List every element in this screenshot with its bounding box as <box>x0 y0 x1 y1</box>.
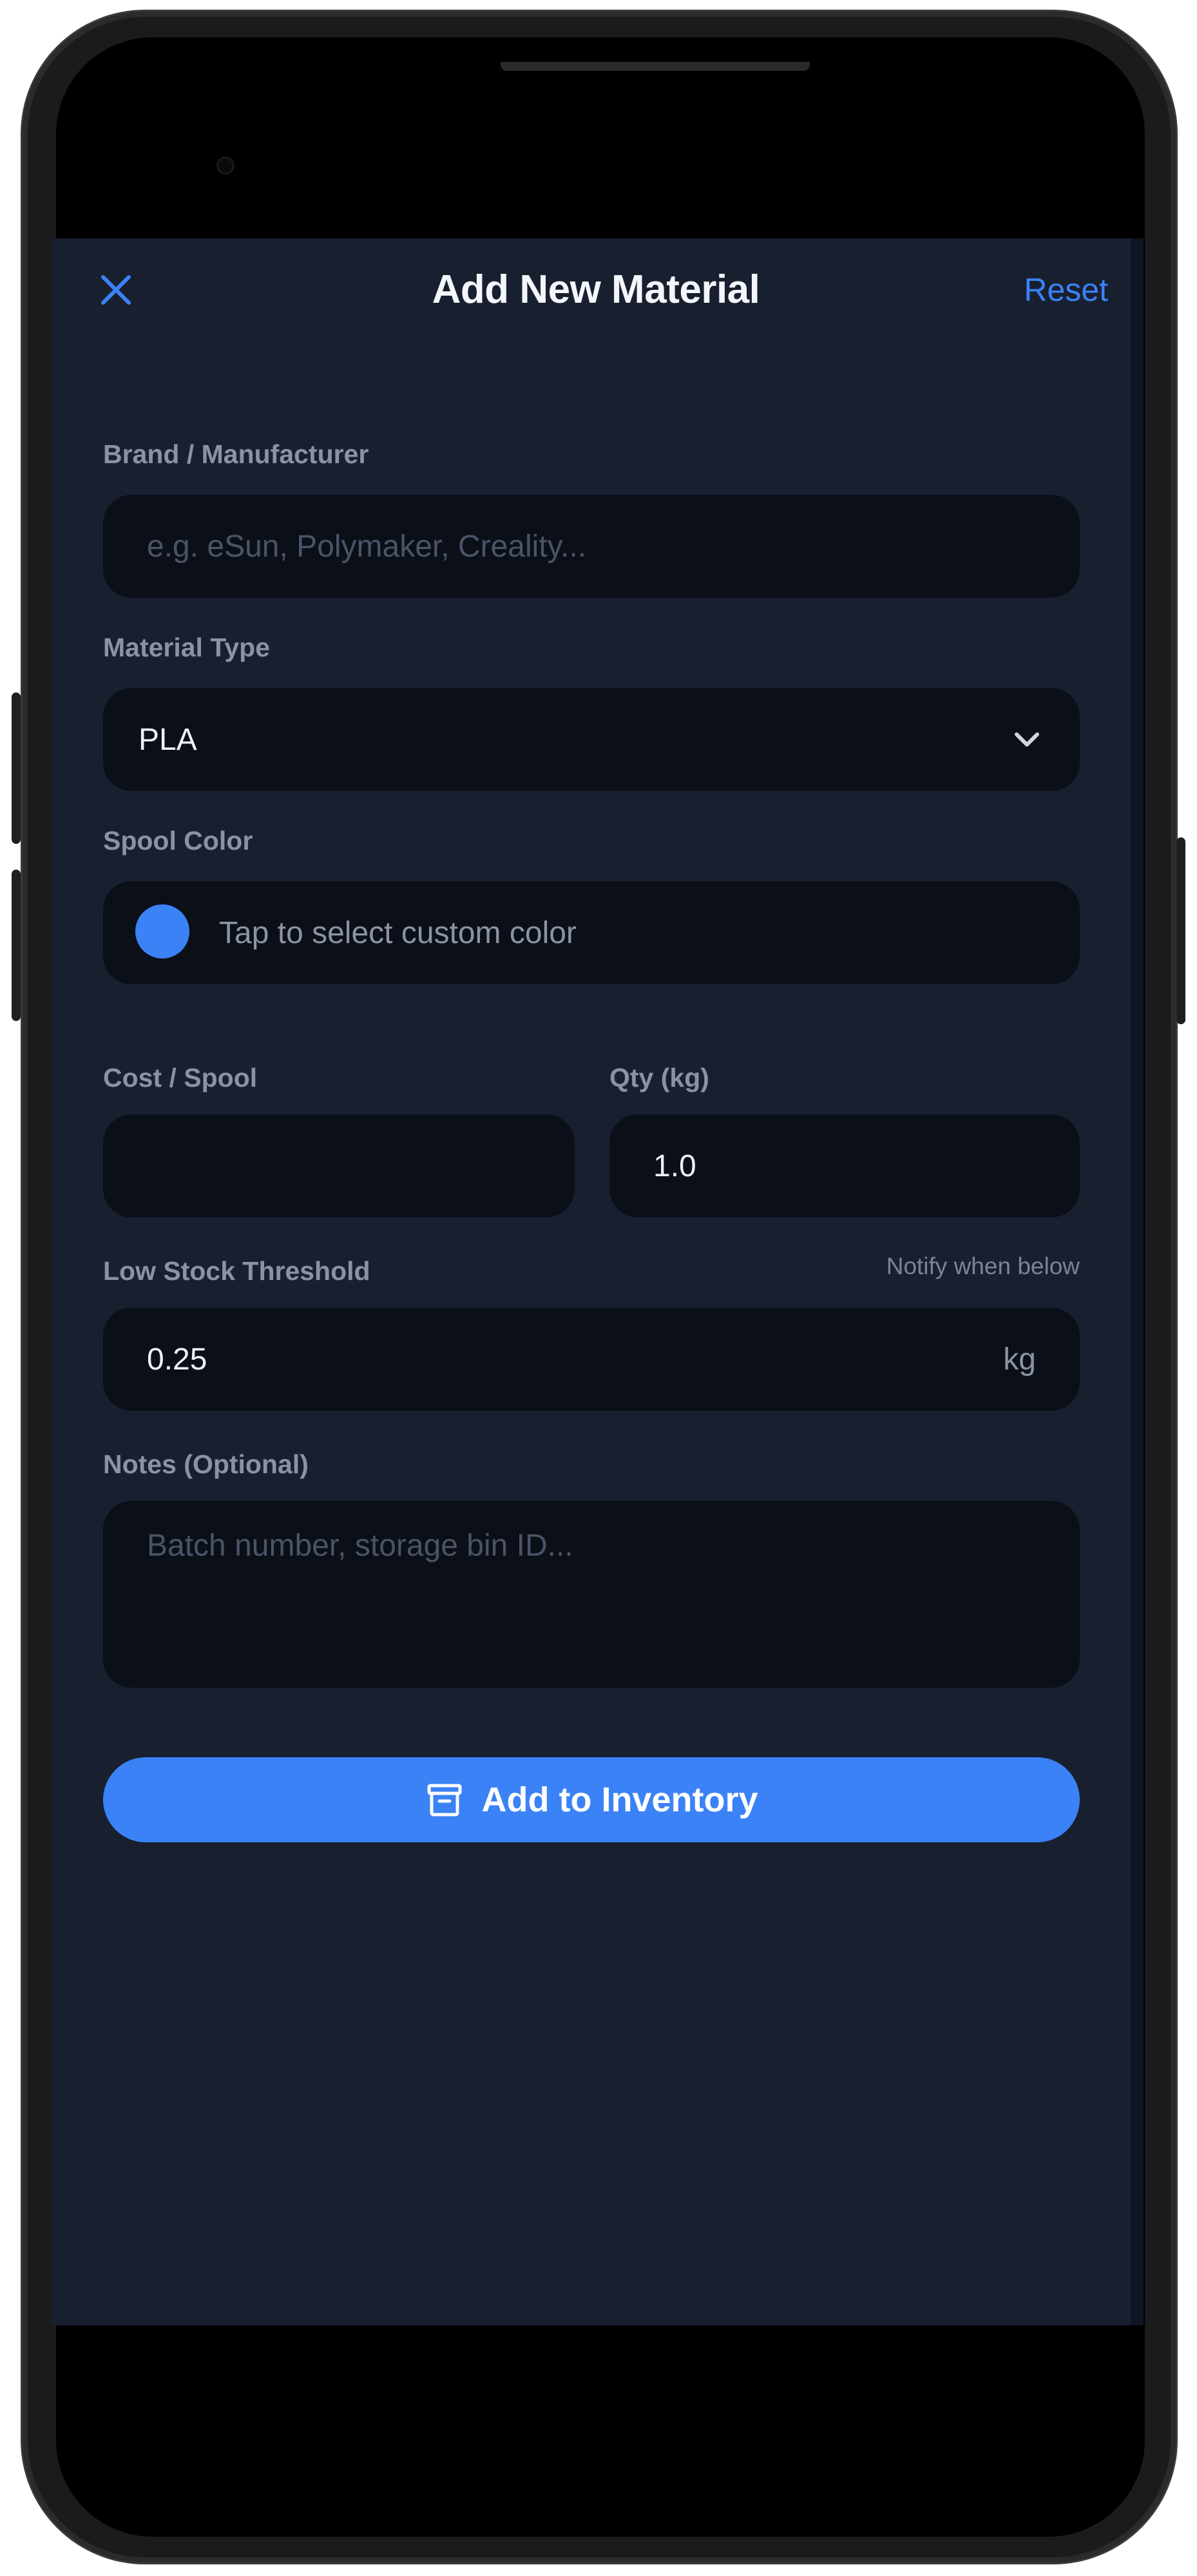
spool-color-picker[interactable]: Tap to select custom color <box>103 881 1080 984</box>
screen-edge <box>1131 238 1144 2325</box>
low-stock-input[interactable]: 0.25 kg <box>103 1308 1080 1411</box>
cost-label: Cost / Spool <box>103 1063 258 1092</box>
volume-up-button <box>12 692 21 844</box>
color-swatch <box>135 904 189 959</box>
power-button <box>1176 837 1185 1024</box>
spool-color-label: Spool Color <box>103 826 253 855</box>
spool-color-text: Tap to select custom color <box>219 915 577 950</box>
volume-down-button <box>12 870 21 1021</box>
qty-value: 1.0 <box>653 1149 696 1183</box>
add-to-inventory-button[interactable]: Add to Inventory <box>103 1757 1080 1842</box>
page-title: Add New Material <box>432 267 760 312</box>
speaker-grille <box>501 62 810 71</box>
front-camera <box>218 158 233 173</box>
add-to-inventory-label: Add to Inventory <box>481 1780 758 1819</box>
archive-icon <box>427 1784 461 1817</box>
modal-header: Add New Material Reset <box>52 238 1140 341</box>
brand-placeholder: e.g. eSun, Polymaker, Creality... <box>147 529 587 564</box>
low-stock-hint: Notify when below <box>886 1253 1080 1279</box>
material-type-label: Material Type <box>103 633 270 662</box>
brand-label: Brand / Manufacturer <box>103 439 369 469</box>
low-stock-unit: kg <box>1003 1342 1036 1377</box>
low-stock-value: 0.25 <box>147 1342 207 1377</box>
chevron-down-icon <box>1015 732 1039 747</box>
qty-label: Qty (kg) <box>609 1063 709 1092</box>
app-screen: Add New Material Reset Brand / Manufactu… <box>52 238 1140 2325</box>
low-stock-label: Low Stock Threshold <box>103 1256 370 1286</box>
material-type-value: PLA <box>139 722 197 757</box>
reset-button[interactable]: Reset <box>1024 264 1108 316</box>
cost-input[interactable] <box>103 1114 575 1217</box>
notes-textarea[interactable]: Batch number, storage bin ID... <box>103 1501 1080 1688</box>
material-type-select[interactable]: PLA <box>103 688 1080 791</box>
brand-input[interactable]: e.g. eSun, Polymaker, Creality... <box>103 495 1080 598</box>
qty-input[interactable]: 1.0 <box>609 1114 1080 1217</box>
notes-placeholder: Batch number, storage bin ID... <box>147 1529 573 1563</box>
notes-label: Notes (Optional) <box>103 1449 309 1479</box>
